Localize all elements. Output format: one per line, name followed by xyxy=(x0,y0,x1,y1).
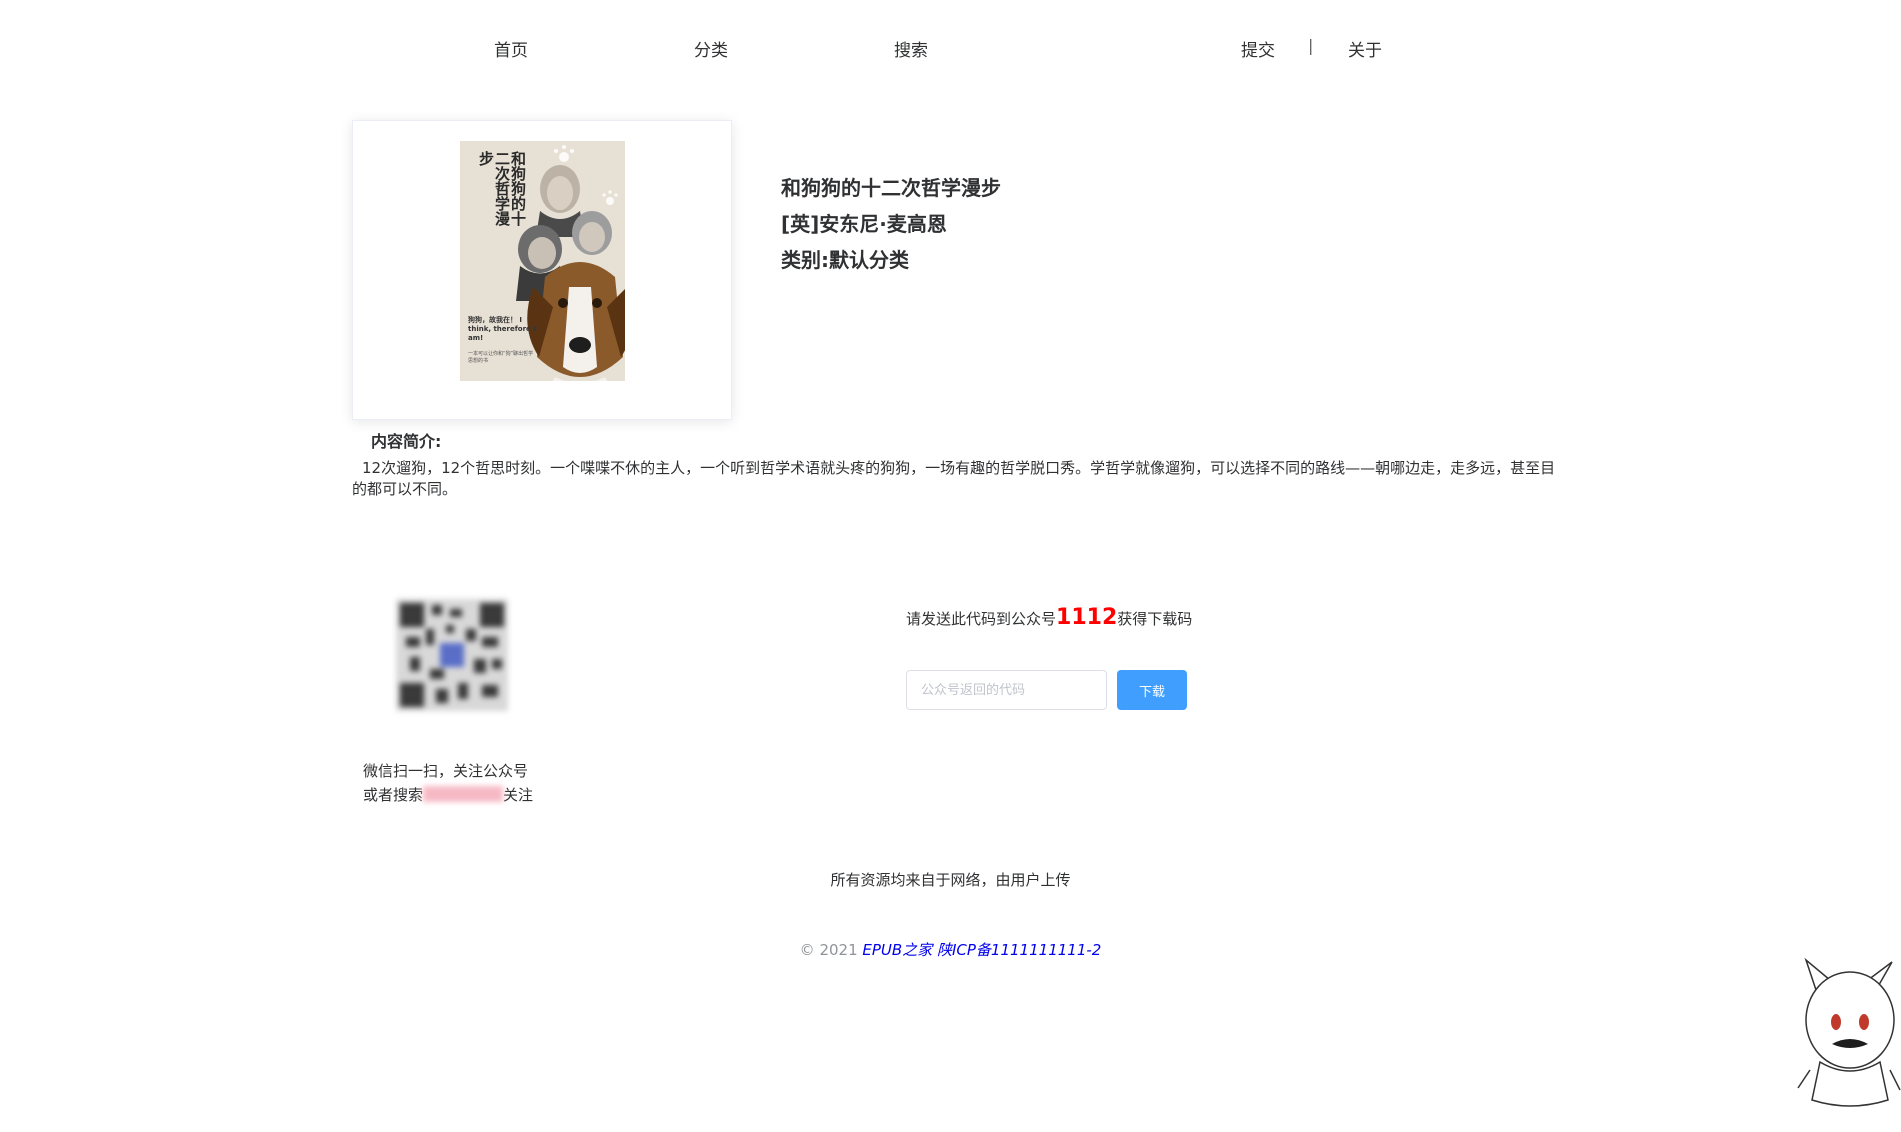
nav-category[interactable]: 分类 xyxy=(694,36,728,61)
qr-caption-line2: 或者搜索 关注 xyxy=(363,783,533,807)
nav-home[interactable]: 首页 xyxy=(494,36,528,61)
redacted-account-name xyxy=(423,786,504,802)
download-button[interactable]: 下载 xyxy=(1117,670,1187,710)
site-name-link[interactable]: EPUB之家 xyxy=(862,941,932,959)
nav-submit[interactable]: 提交 xyxy=(1241,36,1275,61)
download-code: 1112 xyxy=(1056,605,1118,630)
mascot-character[interactable] xyxy=(1796,950,1901,1110)
qr-caption-suffix: 关注 xyxy=(503,786,534,804)
book-cover-card: 和狗狗的十二次哲学漫步 狗狗，故我在！ I think, therefore I… xyxy=(352,120,732,420)
summary-label: 内容简介: xyxy=(371,432,442,451)
footer-note: 所有资源均来自于网络，由用户上传 xyxy=(830,871,1071,889)
icp-link[interactable]: 陕ICP备1111111111-2 xyxy=(937,941,1101,959)
qr-code-image xyxy=(396,599,508,711)
copyright-prefix: © 2021 xyxy=(799,941,858,959)
nav-divider: | xyxy=(1308,36,1314,55)
download-instruction: 请发送此代码到公众号1112获得下载码 xyxy=(906,605,1192,630)
cover-subtitle: 一本可以让你和“狗”聊出哲学思想的书 xyxy=(468,351,534,364)
instruction-suffix: 获得下载码 xyxy=(1117,610,1193,628)
book-cover-image: 和狗狗的十二次哲学漫步 狗狗，故我在！ I think, therefore I… xyxy=(460,141,625,381)
copyright: © 2021 EPUB之家 陕ICP备1111111111-2 xyxy=(0,939,1901,960)
book-category: 类别:默认分类 xyxy=(781,248,909,272)
nav-search[interactable]: 搜索 xyxy=(894,36,928,61)
instruction-prefix: 请发送此代码到公众号 xyxy=(906,610,1057,628)
qr-caption: 微信扫一扫，关注公众号 或者搜索 关注 xyxy=(363,759,533,807)
book-title: 和狗狗的十二次哲学漫步 xyxy=(781,176,1001,200)
qr-caption-prefix: 或者搜索 xyxy=(363,786,424,804)
cover-tagline: 狗狗，故我在！ I think, therefore I am! xyxy=(468,316,536,342)
summary-text: 12次遛狗，12个哲思时刻。一个喋喋不休的主人，一个听到哲学术语就头疼的狗狗，一… xyxy=(352,459,1556,498)
cover-dog-illustration xyxy=(527,262,625,381)
download-code-input[interactable] xyxy=(906,670,1107,710)
book-author: [英]安东尼·麦高恩 xyxy=(781,212,947,236)
qr-caption-line1: 微信扫一扫，关注公众号 xyxy=(363,762,529,780)
nav-about[interactable]: 关于 xyxy=(1348,36,1382,61)
